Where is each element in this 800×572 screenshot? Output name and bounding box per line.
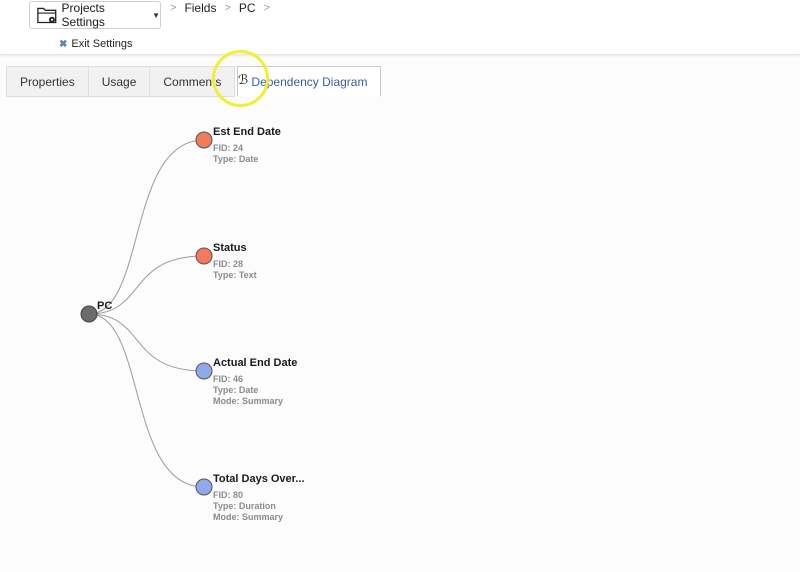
dependency-diagram	[80, 131, 213, 496]
field-node-detail-line: Type: Date	[213, 154, 259, 164]
field-node-details: FID: 24 Type: Date	[213, 143, 258, 165]
field-node-details: FID: 28 Type: Text	[213, 259, 257, 281]
field-node[interactable]	[195, 131, 213, 149]
field-node-label: Status	[213, 242, 247, 254]
field-node-details: FID: 46 Type: Date Mode: Summary	[213, 374, 283, 407]
root-node-label: PC	[97, 300, 113, 312]
field-node-detail-line: FID: 46	[213, 374, 244, 384]
dependency-link	[88, 313, 205, 488]
field-node-detail-line: Type: Duration	[213, 501, 276, 511]
field-node-detail-line: Type: Date	[213, 385, 259, 395]
field-node[interactable]	[195, 247, 213, 265]
field-node[interactable]	[195, 362, 213, 380]
field-node-label: Est End Date	[213, 126, 281, 138]
field-node-detail-line: Mode: Summary	[213, 396, 284, 406]
field-node-label: Actual End Date	[213, 357, 298, 369]
field-node[interactable]	[195, 478, 213, 496]
dependency-link	[88, 139, 205, 315]
field-node-detail-line: Type: Text	[213, 270, 257, 280]
field-node-label: Total Days Over...	[213, 473, 305, 485]
root-node[interactable]	[80, 305, 98, 323]
field-node-detail-line: FID: 80	[213, 490, 244, 500]
field-node-details: FID: 80 Type: Duration Mode: Summary	[213, 490, 283, 523]
field-node-detail-line: FID: 28	[213, 259, 244, 269]
field-node-detail-line: FID: 24	[213, 143, 244, 153]
dependency-link	[88, 313, 205, 372]
field-node-detail-line: Mode: Summary	[213, 512, 284, 522]
